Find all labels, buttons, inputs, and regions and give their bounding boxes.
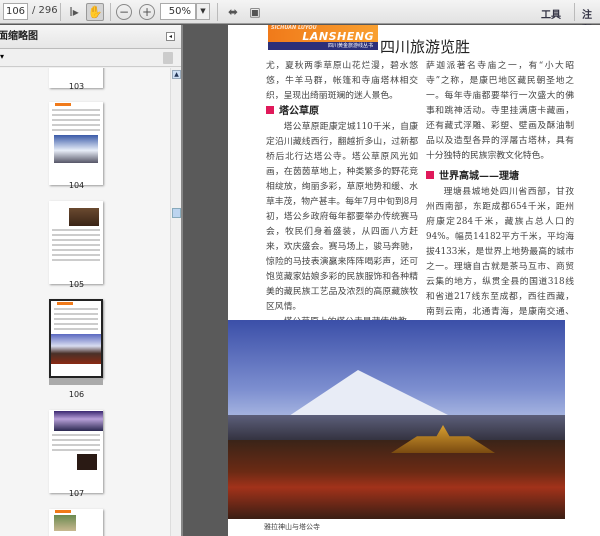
- thumbnail-label: 107: [68, 489, 85, 498]
- scroll-up-icon[interactable]: ▲: [172, 70, 181, 79]
- thumbnail-panel: 页面缩略图 ◂ ▾ 103 104 105 106 107 ▲: [0, 25, 183, 536]
- paragraph: 理塘县城地处四川省西部，甘孜州西南部，东距成都654千米，距州府康定284千米，…: [426, 187, 574, 332]
- zoom-input[interactable]: 50%: [160, 3, 196, 20]
- trash-icon[interactable]: [163, 52, 173, 64]
- heading-marker-icon: [266, 106, 274, 114]
- divider: [574, 3, 575, 21]
- thumbnail-107[interactable]: [49, 410, 103, 493]
- zoom-in-icon[interactable]: +: [139, 4, 155, 20]
- select-tool-icon[interactable]: I▸: [65, 3, 83, 21]
- section-heading: 塔公草原: [266, 105, 418, 119]
- page-total: / 296: [32, 5, 58, 16]
- paragraph: 尤，夏秋两季草原山花烂漫，碧水悠悠，牛羊马群，帐篷和寺庙塔林相交织，呈现出绮丽斑…: [266, 61, 418, 101]
- series-banner-logo: SICHUAN LUYOU LANSHENG 四川黄金旅游线丛书: [268, 25, 378, 50]
- thumbnail-shadow: [49, 378, 103, 385]
- paragraph: 萨迦派著名寺庙之一，有“小大昭寺”之称，是康巴地区藏民朝圣地之一。每年寺庙都要举…: [426, 61, 574, 161]
- photo-mountain-temple: [228, 320, 565, 519]
- divider: [110, 3, 111, 21]
- thumbnail-108[interactable]: [49, 509, 103, 536]
- page-number-input[interactable]: 106: [3, 3, 28, 20]
- document-page: SICHUAN LUYOU LANSHENG 四川黄金旅游线丛书 四川旅游览胜 尤…: [228, 25, 600, 536]
- options-bar: ▾: [0, 49, 181, 67]
- zoom-out-icon[interactable]: −: [116, 4, 132, 20]
- divider: [217, 3, 218, 21]
- section-heading: 世界高城——理塘: [426, 170, 574, 184]
- thumbnail-106-selected[interactable]: [49, 299, 103, 378]
- divider: [60, 3, 61, 21]
- menu-tools[interactable]: 工具: [541, 6, 561, 21]
- fit-page-icon[interactable]: ▣: [246, 3, 264, 21]
- banner-series: 四川黄金旅游线丛书: [268, 42, 378, 50]
- banner-brand: LANSHENG: [302, 30, 374, 43]
- thumbnail-list[interactable]: 103 104 105 106 107: [0, 68, 170, 536]
- zoom-dropdown-icon[interactable]: ▼: [196, 3, 210, 20]
- collapse-panel-icon[interactable]: ◂: [166, 32, 175, 41]
- right-column: 萨迦派著名寺庙之一，有“小大昭寺”之称，是康巴地区藏民朝圣地之一。每年寺庙都要举…: [426, 59, 574, 335]
- panel-title: 页面缩略图: [0, 31, 38, 42]
- hand-tool-icon[interactable]: ✋: [86, 3, 104, 21]
- thumbnail-label: 106: [68, 390, 85, 399]
- thumbnail-label: 103: [68, 82, 85, 91]
- page-title: 四川旅游览胜: [380, 38, 471, 56]
- options-dropdown-icon[interactable]: ▾: [0, 52, 4, 61]
- toolbar: 106 / 296 I▸ ✋ − + 50% ▼ ⬌ ▣ 工具 注释: [0, 0, 600, 36]
- scrollbar-thumb[interactable]: [172, 208, 181, 218]
- fit-width-icon[interactable]: ⬌: [224, 3, 242, 21]
- thumbnail-label: 104: [68, 181, 85, 190]
- heading-marker-icon: [426, 171, 434, 179]
- left-column: 尤，夏秋两季草原山花烂漫，碧水悠悠，牛羊马群，帐篷和寺庙塔林相交织，呈现出绮丽斑…: [266, 59, 418, 330]
- panel-header: 页面缩略图 ◂: [0, 25, 181, 49]
- thumbnail-105[interactable]: [49, 201, 103, 284]
- photo-caption: 雅拉神山与塔公寺: [264, 523, 320, 531]
- thumbnail-scrollbar[interactable]: ▲: [170, 68, 181, 536]
- thumbnail-104[interactable]: [49, 102, 103, 185]
- thumbnail-label: 105: [68, 280, 85, 289]
- paragraph: 塔公草原距康定城110千米，自康定沿川藏线西行，翻越折多山，过新都桥后北行达塔公…: [266, 122, 418, 312]
